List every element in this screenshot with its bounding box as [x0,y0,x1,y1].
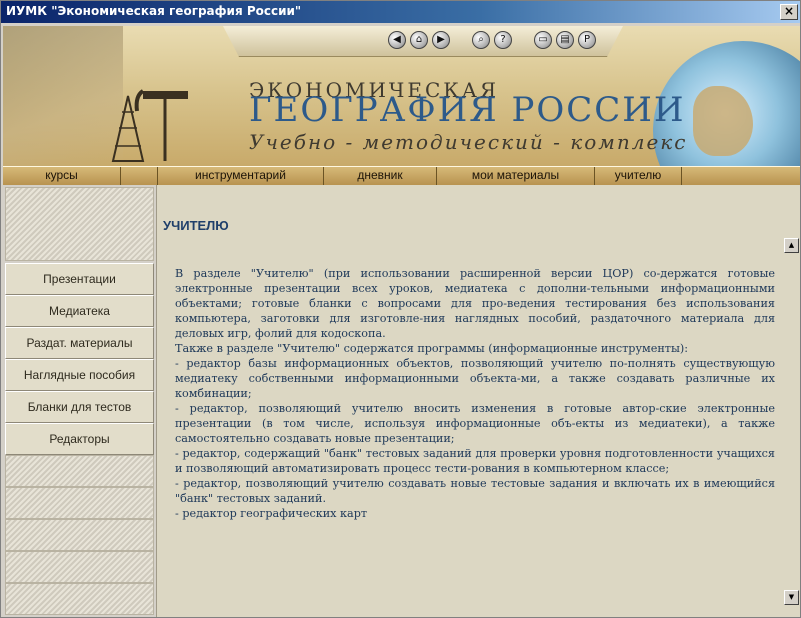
page-title: УЧИТЕЛЮ [163,218,229,233]
sidebar-empty-slot [5,583,154,615]
title-bar: ИУМК "Экономическая география России" × [1,1,800,23]
search-icon[interactable]: ⌕ [472,31,490,49]
brand-tagline: Учебно - методический - комплекс [249,130,688,154]
content-area: УЧИТЕЛЮ В разделе "Учителю" (при использ… [157,185,800,617]
paragraph: - редактор, позволяющий учителю создават… [175,477,775,505]
menu-item-moi-materialy[interactable]: мои материалы [437,167,595,185]
paragraph: - редактор, позволяющий учителю вносить … [175,402,775,445]
sidebar-empty-slot [5,551,154,583]
content-text: В разделе "Учителю" (при использовании р… [175,266,775,521]
menu-item-empty [121,167,158,185]
paragraph: - редактор географических карт [175,507,368,520]
sidebar-item-visual-aids[interactable]: Наглядные пособия [5,359,154,391]
paragraph: Также в разделе "Учителю" содержатся про… [175,342,689,355]
back-icon[interactable]: ◀ [388,31,406,49]
sidebar-empty-slot [5,487,154,519]
sidebar-item-presentations[interactable]: Презентации [5,263,154,295]
sidebar-item-handouts[interactable]: Раздат. материалы [5,327,154,359]
paragraph: - редактор базы информационных объектов,… [175,357,775,400]
p-icon[interactable]: P [578,31,596,49]
forward-icon[interactable]: ▶ [432,31,450,49]
monitor-icon[interactable]: ▭ [534,31,552,49]
home-icon[interactable]: ⌂ [410,31,428,49]
help-icon[interactable]: ? [494,31,512,49]
menu-item-uchitelyu[interactable]: учителю [595,167,682,185]
window-title: ИУМК "Экономическая география России" [6,4,302,18]
oil-pump-icon [111,89,188,162]
menu-item-dnevnik[interactable]: дневник [324,167,437,185]
sidebar-pattern-top [5,187,154,261]
sidebar-item-editors[interactable]: Редакторы [5,423,154,455]
paragraph: - редактор, содержащий "банк" тестовых з… [175,447,775,475]
sidebar: Презентации Медиатека Раздат. материалы … [3,185,157,617]
brand-title: ГЕОГРАФИЯ РОССИИ [249,90,686,130]
sidebar-item-test-forms[interactable]: Бланки для тестов [5,391,154,423]
sidebar-empty-slot [5,519,154,551]
main-menu: курсы инструментарий дневник мои материа… [3,166,800,186]
app-window: ИУМК "Экономическая география России" × … [0,0,801,618]
scroll-down-button[interactable]: ▼ [784,590,799,605]
menu-item-instrumentariy[interactable]: инструментарий [158,167,324,185]
menu-item-kursy[interactable]: курсы [3,167,121,185]
scroll-up-button[interactable]: ▲ [784,238,799,253]
header-banner: ◀ ⌂ ▶ ⌕ ? ▭ ▤ P ЭКОНОМИЧЕСКАЯ ГЕОГРАФИЯ … [3,26,800,166]
paragraph: В разделе "Учителю" (при использовании р… [175,267,775,340]
nav-icon-bar: ◀ ⌂ ▶ ⌕ ? ▭ ▤ P [388,31,596,51]
calendar-icon[interactable]: ▤ [556,31,574,49]
sidebar-empty-slot [5,455,154,487]
sidebar-item-mediateka[interactable]: Медиатека [5,295,154,327]
close-button[interactable]: × [780,4,798,20]
